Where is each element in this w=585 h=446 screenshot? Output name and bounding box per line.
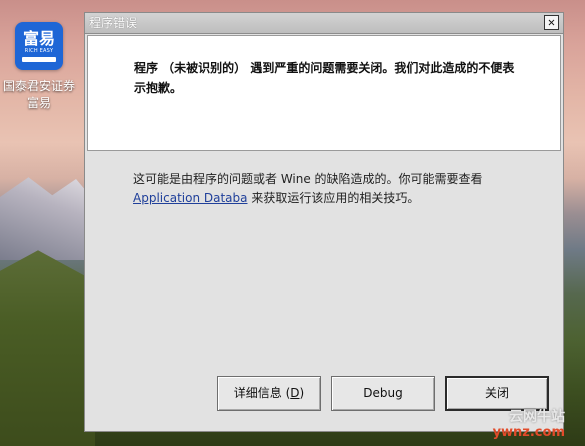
- mountain-wallpaper: [0, 177, 95, 260]
- info-prefix: 这可能是由程序的问题或者 Wine 的缺陷造成的。你可能需要查看: [133, 172, 483, 186]
- fuyi-app-icon: 富易 RICH EASY: [15, 22, 63, 70]
- app-tile-subtext: RICH EASY: [24, 48, 54, 54]
- watermark-sub: ywnz.com: [492, 425, 565, 440]
- watermark-main: 云网牛站: [509, 409, 565, 425]
- close-icon[interactable]: ✕: [544, 15, 559, 30]
- desktop-icon-label-line1: 国泰君安证券: [2, 79, 75, 93]
- dialog-title: 程序错误: [89, 16, 138, 30]
- desktop-icon-label: 国泰君安证券 富易: [0, 78, 78, 112]
- info-text: 这可能是由程序的问题或者 Wine 的缺陷造成的。你可能需要查看 Applicat…: [133, 170, 533, 208]
- hill-wallpaper: [0, 250, 95, 446]
- error-message: 程序 （未被识别的） 遇到严重的问题需要关闭。我们对此造成的不便表示抱歉。: [134, 61, 515, 95]
- app-tile-text: 富易: [22, 29, 55, 48]
- watermark: 云网牛站 ywnz.com: [493, 408, 565, 440]
- dialog-titlebar[interactable]: 程序错误 ✕: [85, 13, 563, 34]
- info-suffix: 来获取运行该应用的相关技巧。: [247, 191, 420, 205]
- details-label: 详细信息 (: [233, 386, 291, 400]
- details-label-end: ): [299, 386, 305, 400]
- app-tile-strip: [22, 57, 56, 62]
- desktop: 富易 RICH EASY 国泰君安证券 富易 程序错误 ✕ 程序 （未被识别的）…: [0, 0, 585, 446]
- desktop-icon-label-line2: 富易: [26, 96, 51, 110]
- program-error-dialog: 程序错误 ✕ 程序 （未被识别的） 遇到严重的问题需要关闭。我们对此造成的不便表…: [84, 12, 564, 432]
- message-panel: 程序 （未被识别的） 遇到严重的问题需要关闭。我们对此造成的不便表示抱歉。: [87, 35, 561, 151]
- details-mnemonic: D: [290, 386, 300, 400]
- debug-button[interactable]: Debug: [331, 376, 435, 411]
- details-button[interactable]: 详细信息 (D): [217, 376, 321, 411]
- desktop-icon-fuyi[interactable]: 富易 RICH EASY 国泰君安证券 富易: [0, 22, 78, 112]
- application-database-link[interactable]: Application Databa: [133, 191, 248, 205]
- close-button[interactable]: 关闭: [445, 376, 549, 411]
